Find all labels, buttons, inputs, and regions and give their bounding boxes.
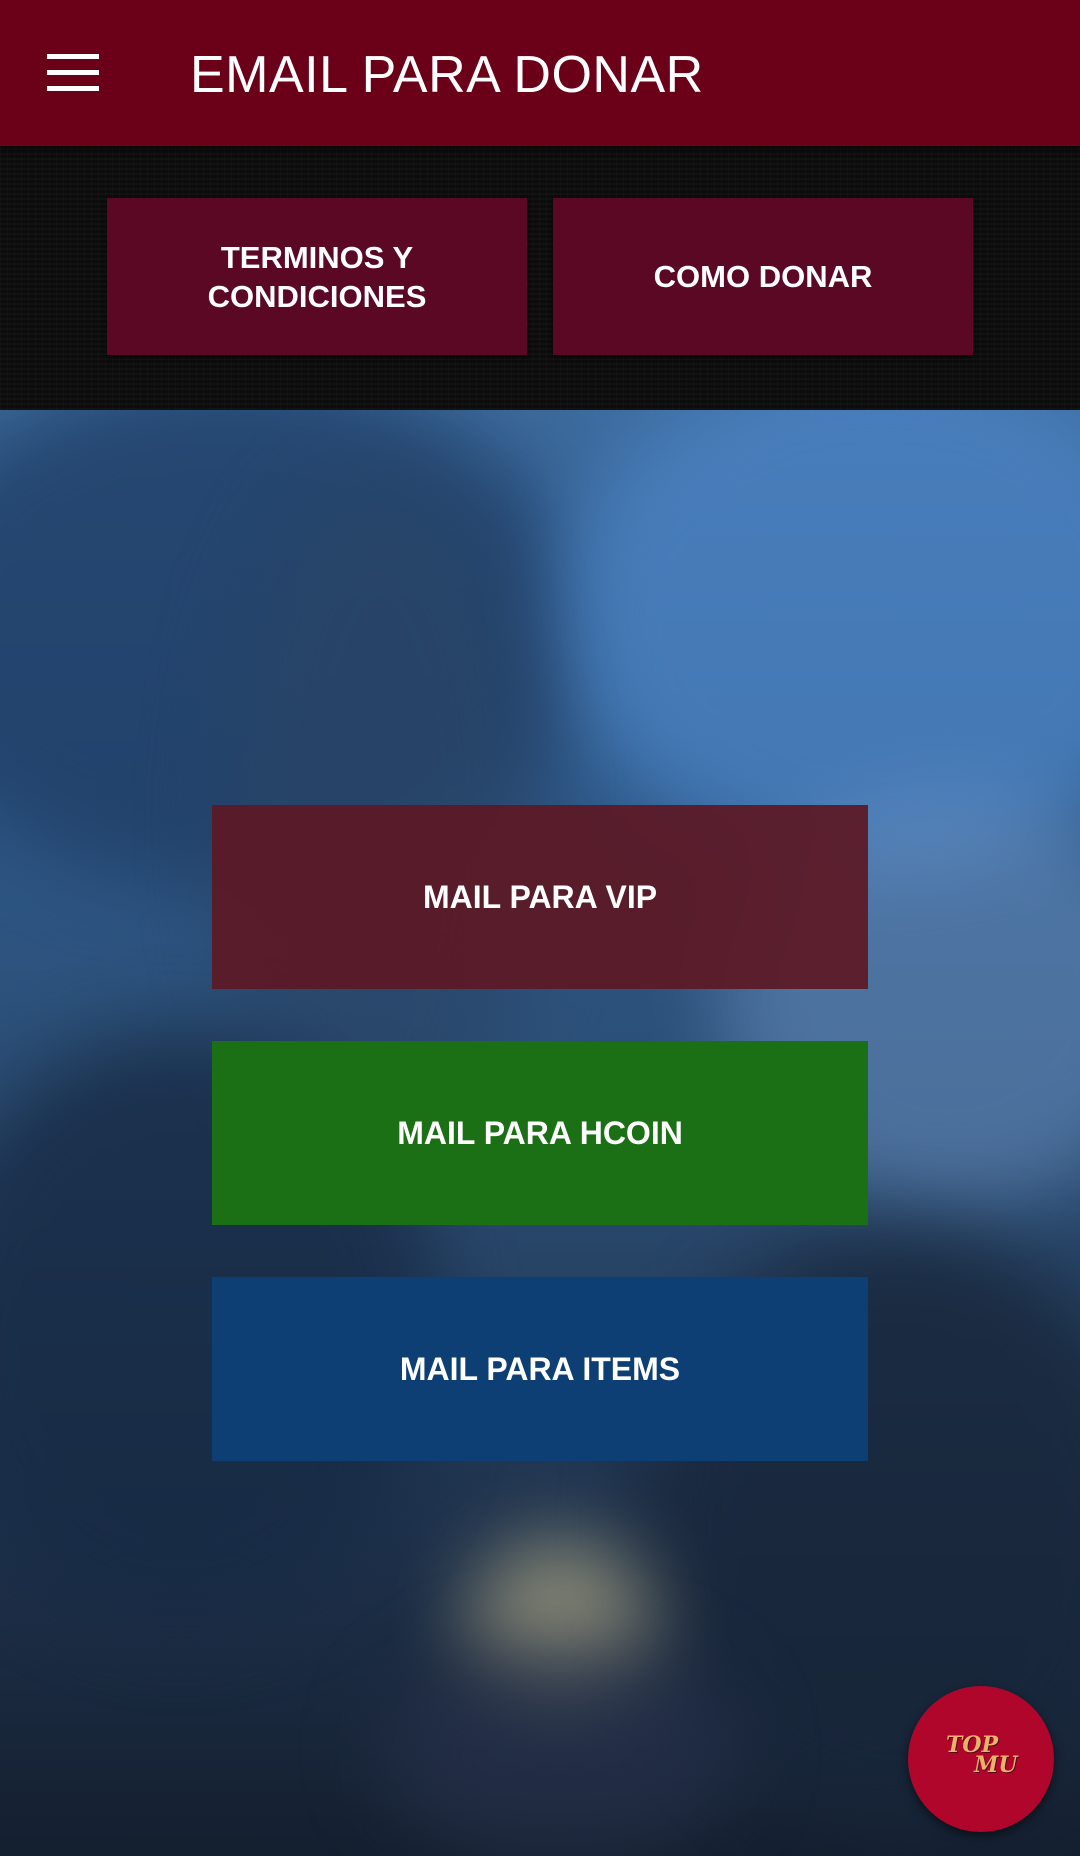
mail-hcoin-button[interactable]: MAIL PARA HCOIN [212, 1041, 868, 1225]
mail-items-button[interactable]: MAIL PARA ITEMS [212, 1277, 868, 1461]
mail-vip-label: MAIL PARA VIP [422, 878, 658, 915]
mail-items-label: MAIL PARA ITEMS [399, 1350, 681, 1387]
top-button-strip: TERMINOS Y CONDICIONES COMO DONAR [0, 146, 1080, 410]
app-bar: EMAIL PARA DONAR [0, 0, 1080, 146]
hamburger-menu-icon[interactable] [30, 34, 116, 112]
como-donar-button[interactable]: COMO DONAR [553, 198, 973, 355]
topmu-floating-button[interactable]: TOP MU [908, 1686, 1054, 1832]
mail-vip-button[interactable]: MAIL PARA VIP [212, 805, 868, 989]
terms-and-conditions-button[interactable]: TERMINOS Y CONDICIONES [107, 198, 527, 355]
terms-and-conditions-label: TERMINOS Y CONDICIONES [207, 239, 427, 314]
mail-hcoin-label: MAIL PARA HCOIN [397, 1114, 683, 1151]
hamburger-menu-glyph [47, 54, 99, 91]
topmu-logo: TOP MU [946, 1732, 1026, 1788]
page-title: EMAIL PARA DONAR [190, 46, 704, 104]
topmu-logo-bottom-text: MU [974, 1752, 1018, 1778]
como-donar-label: COMO DONAR [653, 259, 873, 294]
app-root: EMAIL PARA DONAR TERMINOS Y CONDICIONES … [0, 0, 1080, 1856]
